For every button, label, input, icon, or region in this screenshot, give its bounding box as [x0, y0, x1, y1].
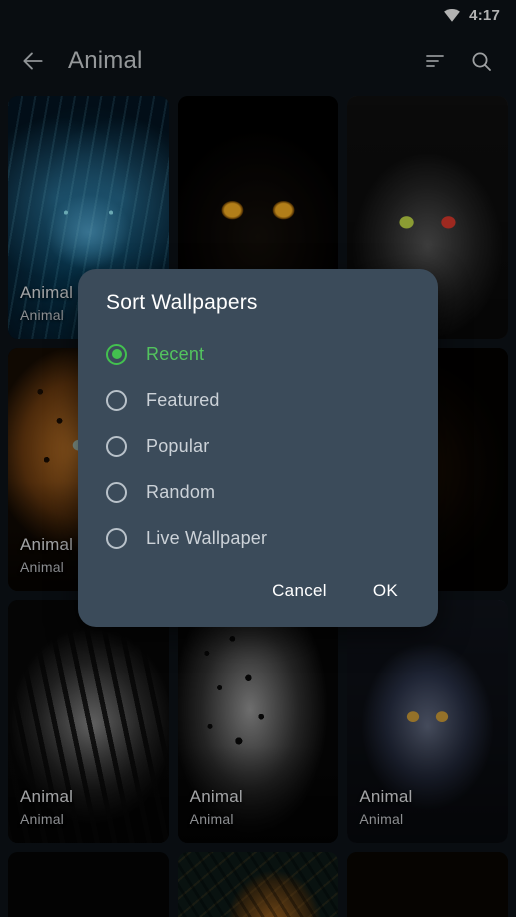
sort-option[interactable]: Popular — [78, 423, 438, 469]
cancel-button[interactable]: Cancel — [258, 573, 341, 609]
radio-unchecked-icon[interactable] — [106, 435, 127, 457]
radio-unchecked-icon[interactable] — [106, 481, 127, 503]
sort-option-label: Featured — [146, 389, 220, 410]
sort-option-label: Recent — [146, 343, 205, 364]
sort-option-label: Random — [146, 481, 216, 502]
sort-option[interactable]: Recent — [78, 331, 438, 377]
sort-option-label: Live Wallpaper — [146, 527, 268, 548]
sort-options-list: Recent Featured Popular Random Live Wallpape… — [78, 331, 438, 561]
dialog-actions: Cancel OK — [78, 561, 438, 617]
sort-option[interactable]: Featured — [78, 377, 438, 423]
radio-checked-icon[interactable] — [106, 343, 127, 365]
sort-option-label: Popular — [146, 435, 210, 456]
ok-button[interactable]: OK — [359, 573, 412, 609]
sort-option[interactable]: Random — [78, 469, 438, 515]
wallpaper-app-screen: 4:17 Animal Animal Animal Animal Animal Anim… — [0, 0, 516, 917]
radio-unchecked-icon[interactable] — [106, 389, 127, 411]
sort-wallpapers-dialog: Sort Wallpapers Recent Featured Popular Ran… — [78, 269, 438, 627]
dialog-title: Sort Wallpapers — [106, 291, 258, 314]
sort-option[interactable]: Live Wallpaper — [78, 515, 438, 561]
radio-unchecked-icon[interactable] — [106, 527, 127, 549]
